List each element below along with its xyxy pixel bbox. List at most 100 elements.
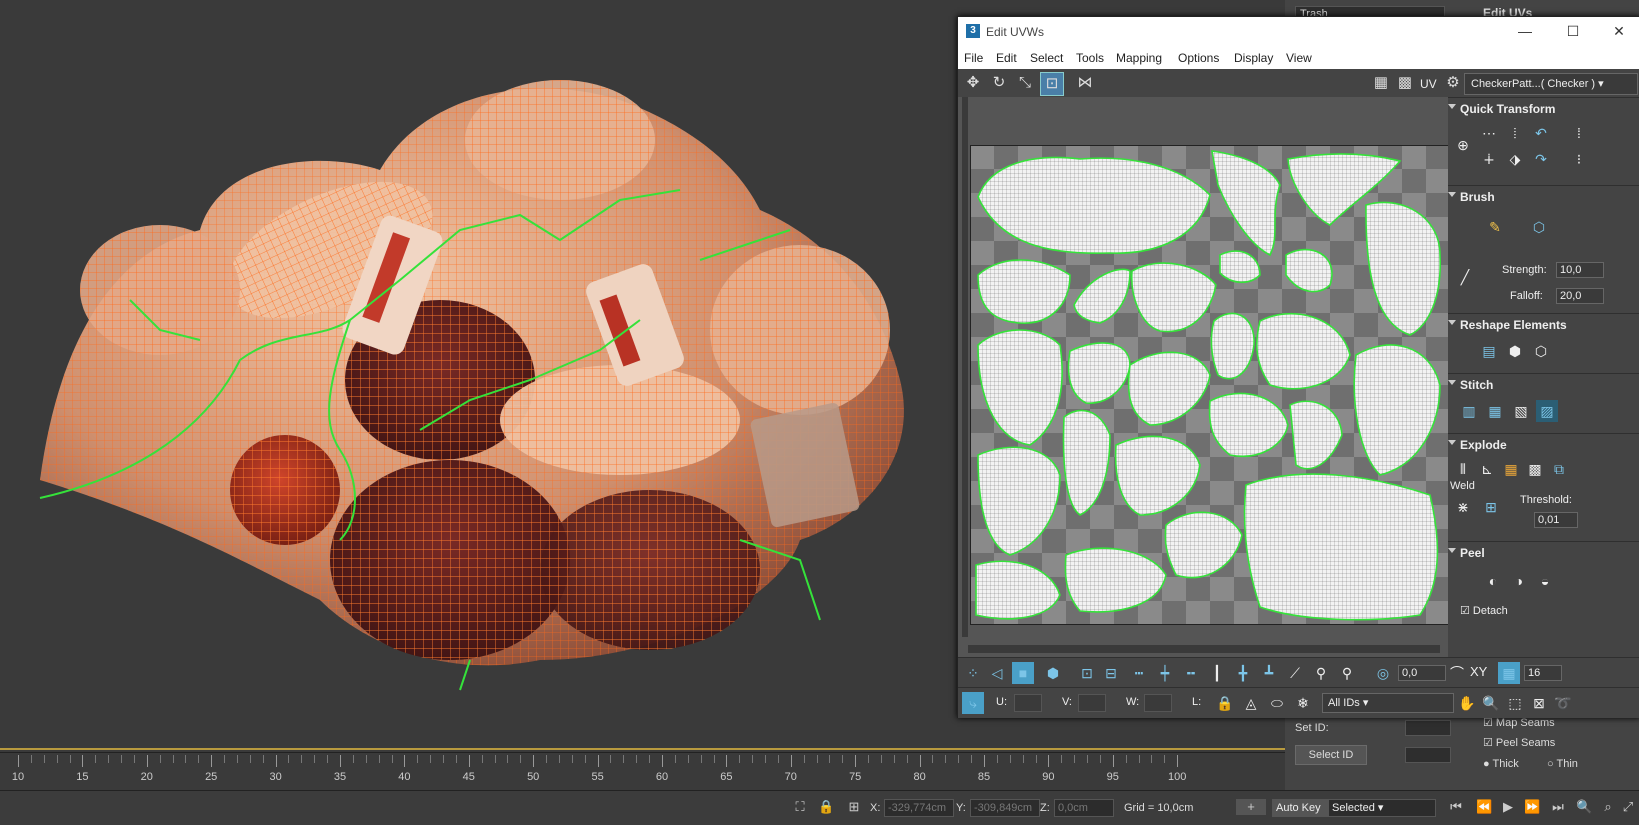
add-time-tag-icon[interactable]: +	[1236, 799, 1266, 815]
weld-selected-icon[interactable]: ⋇	[1452, 496, 1474, 518]
face-mode-icon[interactable]: ■	[1012, 662, 1034, 684]
window-title-bar[interactable]: 3 Edit UVWs — ☐ ✕	[958, 17, 1639, 47]
quick-peel-icon[interactable]: ◐	[1482, 570, 1504, 592]
paint-move-icon[interactable]: ✎	[1484, 216, 1506, 238]
peel-reset-icon[interactable]: ◒	[1534, 570, 1556, 592]
pivot-icon[interactable]: ⊕	[1452, 134, 1474, 156]
collapse-triangle-icon[interactable]	[1448, 548, 1456, 553]
falloff-curve-icon[interactable]: ⌒	[1446, 662, 1468, 684]
scale-icon[interactable]: ⤡	[1014, 72, 1036, 94]
brush-line-icon[interactable]: ╱	[1454, 266, 1476, 288]
lock-icon[interactable]: 🔒	[1214, 692, 1236, 714]
lasso-icon[interactable]: ➰	[1552, 692, 1574, 714]
key-filter-select[interactable]: Selected ▾	[1328, 799, 1436, 817]
show-map-icon[interactable]: ▦	[1370, 72, 1392, 94]
grid-snap-icon[interactable]: ▦	[1498, 662, 1520, 684]
collapse-triangle-icon[interactable]	[1448, 440, 1456, 445]
xy-label[interactable]: XY	[1470, 664, 1487, 679]
zoom-icon[interactable]: 🔍	[1480, 692, 1502, 714]
pelt-map-icon[interactable]: ◑	[1508, 570, 1530, 592]
falloff-spinner[interactable]: 20,0	[1556, 288, 1604, 304]
detach-checkbox[interactable]: ☑ Detach	[1460, 604, 1508, 617]
move-icon[interactable]: ✥	[962, 72, 984, 94]
vertical-scrollbar[interactable]	[962, 97, 968, 637]
freeze-icon[interactable]: ❄	[1292, 692, 1314, 714]
menu-file[interactable]: File	[964, 51, 983, 65]
zoom-extents-icon[interactable]: ⤢	[1620, 799, 1636, 815]
collapse-triangle-icon[interactable]	[1448, 104, 1456, 109]
zoom-extents-icon[interactable]: ⊠	[1528, 692, 1550, 714]
u-field[interactable]	[1014, 694, 1042, 712]
isolate-icon[interactable]: ⛶	[792, 799, 808, 815]
map-options-icon[interactable]: ⚙	[1442, 72, 1464, 94]
break-by-polygon-icon[interactable]: ⫴	[1452, 458, 1474, 480]
break-selection-icon[interactable]: ⧉	[1548, 458, 1570, 480]
v-field[interactable]	[1078, 694, 1106, 712]
texture-map-select[interactable]: CheckerPatt...( Checker ) ▾	[1464, 73, 1638, 95]
edge-loop-icon[interactable]: ╍	[1180, 662, 1202, 684]
time-slider-track[interactable]: 10 15 20 25 30 35 40 45 50 55 60 65 70 75 80 85 90 95 100	[0, 752, 1285, 791]
stitch-to-average-icon[interactable]: ▧	[1510, 400, 1532, 422]
thin-radio[interactable]: ○ Thin	[1547, 758, 1578, 770]
ring-icon[interactable]: ┅	[1128, 662, 1150, 684]
peel-header[interactable]: Peel	[1460, 546, 1485, 560]
collapse-triangle-icon[interactable]	[1448, 320, 1456, 325]
align-vertical-icon[interactable]: ⦙	[1504, 122, 1526, 144]
select-inverted-icon[interactable]: ┻	[1258, 662, 1280, 684]
uv-editor-canvas[interactable]	[958, 97, 1450, 657]
break-by-uv-icon[interactable]: ▩	[1524, 458, 1546, 480]
reshape-elements-header[interactable]: Reshape Elements	[1460, 318, 1567, 332]
menu-tools[interactable]: Tools	[1076, 51, 1104, 65]
paint-select-icon[interactable]: ⟋	[1284, 662, 1306, 684]
absolute-mode-icon[interactable]: ⊞	[846, 799, 862, 815]
checker-icon[interactable]: ▩	[1394, 72, 1416, 94]
snap-count-spinner[interactable]: 16	[1524, 665, 1562, 681]
shrink-selection-icon[interactable]: ⊟	[1100, 662, 1122, 684]
maximize-button[interactable]: ☐	[1558, 21, 1588, 41]
rotate-ccw-icon[interactable]: ↶	[1530, 122, 1552, 144]
zoom-region-icon[interactable]: ⬚	[1504, 692, 1526, 714]
menu-mapping[interactable]: Mapping	[1116, 51, 1162, 65]
menu-view[interactable]: View	[1286, 51, 1312, 65]
collapse-triangle-icon[interactable]	[1448, 380, 1456, 385]
w-field[interactable]	[1144, 694, 1172, 712]
thick-radio[interactable]: ● Thick	[1483, 758, 1519, 770]
menu-display[interactable]: Display	[1234, 51, 1273, 65]
threshold-spinner[interactable]: 0,01	[1534, 512, 1578, 528]
relax-brush-icon[interactable]: ⬡	[1528, 216, 1550, 238]
rotate-icon[interactable]: ↻	[988, 72, 1010, 94]
x-coord-field[interactable]: -329,774cm	[884, 799, 954, 817]
align-to-edge-icon[interactable]: ⁞	[1568, 122, 1590, 144]
uv-mode-label[interactable]: UV	[1420, 77, 1437, 91]
select-id-button[interactable]: Select ID	[1295, 745, 1367, 765]
stitch-header[interactable]: Stitch	[1460, 378, 1493, 392]
previous-frame-icon[interactable]: ⏪	[1476, 799, 1492, 815]
shrink-brush-icon[interactable]: ⚲	[1336, 662, 1358, 684]
straighten-icon[interactable]: ⬗	[1504, 148, 1526, 170]
space-vertical-icon[interactable]: ⁝	[1568, 148, 1590, 170]
mirror-icon[interactable]: ⋈	[1074, 72, 1096, 94]
soft-selection-spinner[interactable]: 0,0	[1398, 665, 1446, 681]
break-by-smoothing-icon[interactable]: ⊾	[1476, 458, 1498, 480]
stitch-to-source-icon[interactable]: ▦	[1484, 400, 1506, 422]
weld-all-icon[interactable]: ⊞	[1480, 496, 1502, 518]
zoom-all-icon[interactable]: ⌕	[1600, 799, 1616, 815]
pan-icon[interactable]: ✋	[1456, 692, 1478, 714]
set-id-spinner[interactable]	[1405, 720, 1451, 736]
menu-options[interactable]: Options	[1178, 51, 1219, 65]
next-frame-icon[interactable]: ⏩	[1524, 799, 1540, 815]
y-coord-field[interactable]: -309,849cm	[970, 799, 1040, 817]
go-to-end-icon[interactable]: ⏭	[1550, 799, 1566, 815]
select-overlap-icon[interactable]: ╋	[1232, 662, 1254, 684]
relative-absolute-toggle-icon[interactable]: ⤷	[962, 692, 984, 714]
show-icon[interactable]: ⬭	[1266, 692, 1288, 714]
play-icon[interactable]: ▶	[1500, 799, 1516, 815]
stitch-to-target-icon[interactable]: ▨	[1536, 400, 1558, 422]
straighten-selection-icon[interactable]: ▤	[1478, 340, 1500, 362]
quick-transform-header[interactable]: Quick Transform	[1460, 102, 1555, 116]
peel-seams-checkbox[interactable]: ☑ Peel Seams	[1483, 736, 1555, 749]
horizontal-scrollbar[interactable]	[968, 645, 1440, 653]
space-horizontal-icon[interactable]: ∔	[1478, 148, 1500, 170]
rotate-cw-icon[interactable]: ↷	[1530, 148, 1552, 170]
align-horizontal-icon[interactable]: ⋯	[1478, 122, 1500, 144]
